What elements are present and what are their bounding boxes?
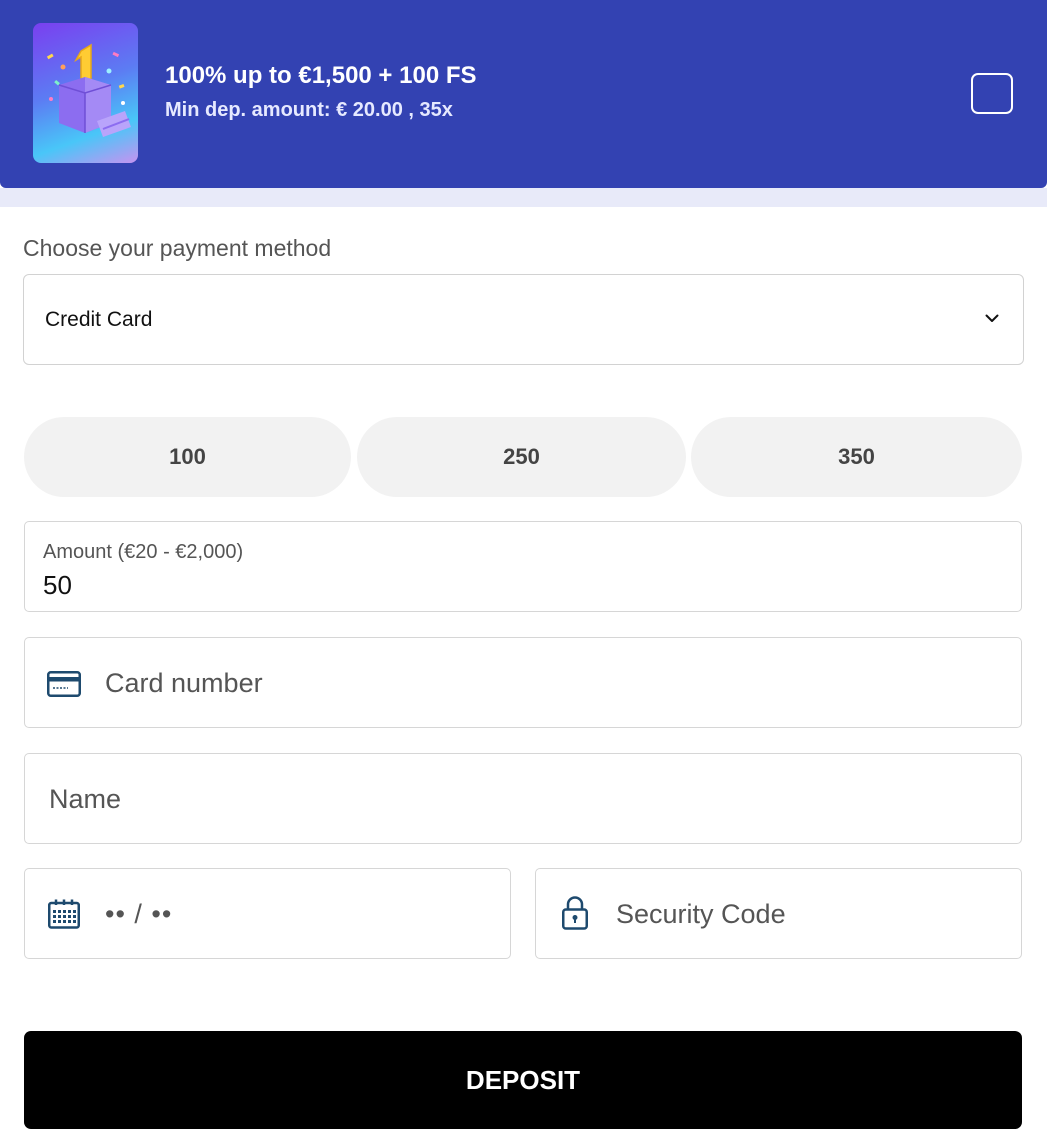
bonus-subtitle: Min dep. amount: € 20.00 , 35x <box>165 99 453 121</box>
chevron-down-icon <box>984 310 1000 331</box>
gift-box-icon <box>33 23 138 163</box>
deposit-button[interactable]: DEPOSIT <box>24 1031 1022 1129</box>
security-code-field <box>535 868 1022 959</box>
name-field <box>24 753 1022 844</box>
preset-amount-button[interactable]: 350 <box>691 417 1022 497</box>
payment-method-label: Choose your payment method <box>23 235 332 261</box>
card-number-input[interactable] <box>105 666 995 700</box>
amount-label: Amount (€20 - €2,000) <box>43 541 244 563</box>
banner-divider <box>0 188 1047 207</box>
payment-method-select[interactable]: Credit Card <box>23 274 1024 365</box>
expiry-input[interactable] <box>105 897 485 931</box>
lock-icon <box>562 896 588 935</box>
credit-card-icon <box>47 671 81 702</box>
bonus-banner: 100% up to €1,500 + 100 FS Min dep. amou… <box>0 0 1047 188</box>
payment-method-value: Credit Card <box>45 308 153 331</box>
amount-input[interactable] <box>43 570 983 601</box>
calendar-icon <box>48 899 80 934</box>
deposit-page: 100% up to €1,500 + 100 FS Min dep. amou… <box>0 0 1047 1138</box>
preset-amount-button[interactable]: 100 <box>24 417 351 497</box>
bonus-title: 100% up to €1,500 + 100 FS <box>165 62 477 89</box>
bonus-checkbox[interactable] <box>971 73 1013 114</box>
expiry-field <box>24 868 511 959</box>
preset-amount-button[interactable]: 250 <box>357 417 686 497</box>
card-number-field <box>24 637 1022 728</box>
security-code-input[interactable] <box>616 897 996 931</box>
amount-field: Amount (€20 - €2,000) <box>24 521 1022 612</box>
name-input[interactable] <box>49 782 999 816</box>
